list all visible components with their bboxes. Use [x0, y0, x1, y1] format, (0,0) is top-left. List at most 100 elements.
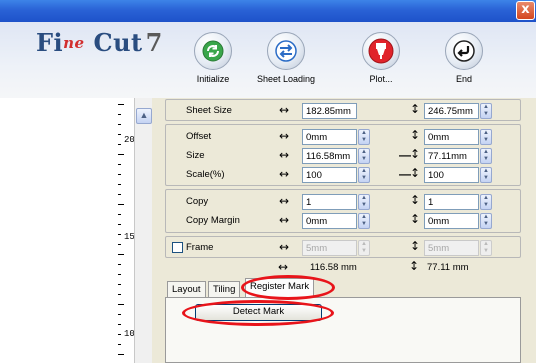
logo-part: Cut	[93, 28, 143, 57]
vertical-arrow-icon: ↕	[409, 259, 420, 273]
vertical-ruler: 200 150 100	[118, 98, 140, 363]
horizontal-arrow-icon: ↔	[278, 260, 289, 274]
output-size-summary: ↔ 116.58 mm ↕ 77.11 mm	[165, 259, 521, 277]
scale-y-field[interactable]: 100	[424, 167, 479, 183]
horizontal-arrow-icon: ↔	[279, 167, 290, 181]
size-x-field[interactable]: 116.58mm	[302, 148, 357, 164]
vertical-arrow-icon: ↕	[410, 128, 421, 142]
scale-x-spinner[interactable]: ▲ ▼	[358, 167, 370, 183]
offset-y-field[interactable]: 0mm	[424, 129, 479, 145]
size-x-spinner[interactable]: ▲ ▼	[358, 148, 370, 164]
copy-margin-y-field[interactable]: 0mm	[424, 213, 479, 229]
frame-y-spinner: ▲ ▼	[480, 240, 492, 256]
ruler-tick	[118, 344, 121, 345]
initialize-label: Initialize	[196, 74, 230, 84]
sheet-size-group: Sheet Size ↔ 182.85mm ↕ 246.75mm ▲ ▼	[165, 99, 521, 121]
frame-x-field: 5mm	[302, 240, 357, 256]
scale-row: Scale(%) ↔ 100 ▲ ▼ — ↕ 100 ▲ ▼	[166, 166, 522, 184]
end-label: End	[455, 74, 472, 84]
logo-part: ne	[63, 34, 85, 52]
register-mark-highlight	[241, 275, 335, 300]
output-height: 77.11 mm	[427, 262, 469, 273]
return-arrow-icon	[445, 32, 483, 70]
scale-label: Scale(%)	[186, 169, 225, 180]
copy-x-spinner[interactable]: ▲ ▼	[358, 194, 370, 210]
end-button[interactable]: End	[429, 32, 499, 84]
vertical-arrow-icon: ↕	[410, 166, 421, 180]
offset-row: Offset ↔ 0mm ▲ ▼ ↕ 0mm ▲ ▼	[166, 128, 522, 146]
frame-label: Frame	[186, 242, 214, 253]
ruler-tick	[118, 184, 121, 185]
refresh-icon	[194, 32, 232, 70]
scale-x-field[interactable]: 100	[302, 167, 357, 183]
tab-tiling[interactable]: Tiling	[208, 281, 241, 297]
tab-layout[interactable]: Layout	[167, 281, 206, 297]
ruler-tick	[118, 294, 121, 295]
copy-y-spinner[interactable]: ▲ ▼	[480, 194, 492, 210]
ruler-tick	[118, 354, 124, 355]
offset-y-spinner[interactable]: ▲ ▼	[480, 129, 492, 145]
offset-x-field[interactable]: 0mm	[302, 129, 357, 145]
sheet-loading-label: Sheet Loading	[256, 74, 316, 84]
offset-x-spinner[interactable]: ▲ ▼	[358, 129, 370, 145]
ruler-tick	[118, 324, 121, 325]
close-button[interactable]: x	[516, 1, 535, 20]
ruler-tick	[118, 174, 121, 175]
ruler-tick	[118, 304, 124, 305]
vertical-arrow-icon: ↕	[410, 147, 421, 161]
size-y-spinner[interactable]: ▲ ▼	[480, 148, 492, 164]
vertical-arrow-icon: ↕	[410, 102, 421, 116]
ruler-tick	[118, 194, 121, 195]
size-y-field[interactable]: 77.11mm	[424, 148, 479, 164]
copy-margin-y-spinner[interactable]: ▲ ▼	[480, 213, 492, 229]
copy-label: Copy	[186, 196, 209, 207]
layout-size-group: Offset ↔ 0mm ▲ ▼ ↕ 0mm ▲ ▼ Size ↔ 116.58mm…	[165, 124, 521, 186]
size-row: Size ↔ 116.58mm ▲ ▼ — ↕ 77.11mm ▲ ▼	[166, 147, 522, 165]
copy-row: Copy ↔ 1 ▲ ▼ ↕ 1 ▲ ▼	[166, 193, 522, 211]
plot-button[interactable]: Plot...	[346, 32, 416, 84]
sheet-height-spinner[interactable]: ▲ ▼	[480, 103, 492, 119]
ruler-tick	[118, 234, 121, 235]
copy-margin-x-field[interactable]: 0mm	[302, 213, 357, 229]
horizontal-arrow-icon: ↔	[279, 148, 290, 162]
horizontal-arrow-icon: ↔	[279, 103, 290, 117]
sheet-size-label: Sheet Size	[186, 105, 232, 116]
sheet-height-field[interactable]: 246.75mm	[424, 103, 479, 119]
ruler-tick	[118, 334, 121, 335]
copy-y-field[interactable]: 1	[424, 194, 479, 210]
initialize-button[interactable]: Initialize	[178, 32, 248, 84]
ruler-tick	[118, 114, 121, 115]
ruler-tick	[118, 244, 121, 245]
vertical-scrollbar[interactable]: ▲	[134, 98, 152, 363]
ruler-tick	[118, 274, 121, 275]
vertical-arrow-icon: ↕	[410, 239, 421, 253]
ruler-tick	[118, 204, 124, 205]
sheet-width-field[interactable]: 182.85mm	[302, 103, 357, 119]
output-width: 116.58 mm	[310, 262, 357, 273]
copy-margin-label: Copy Margin	[186, 215, 240, 226]
copy-margin-row: Copy Margin ↔ 0mm ▲ ▼ ↕ 0mm ▲ ▼	[166, 212, 522, 230]
frame-checkbox[interactable]	[172, 242, 183, 253]
ruler-tick	[118, 254, 124, 255]
ruler-tick	[118, 164, 121, 165]
sheet-size-row: Sheet Size ↔ 182.85mm ↕ 246.75mm ▲ ▼	[166, 102, 522, 120]
horizontal-arrow-icon: ↔	[279, 213, 290, 227]
scroll-up-icon[interactable]: ▲	[136, 108, 152, 124]
vertical-arrow-icon: ↕	[410, 193, 421, 207]
logo-part: Fi	[36, 28, 64, 57]
ruler-tick	[118, 284, 121, 285]
frame-group: Frame ↔ 5mm ▲ ▼ ↕ 5mm ▲ ▼	[165, 236, 521, 258]
ruler-tick	[118, 134, 121, 135]
ruler-tick	[118, 124, 121, 125]
fine-cut-logo: Fine Cut 7	[36, 28, 163, 57]
cutter-plot-icon	[362, 32, 400, 70]
scale-y-spinner[interactable]: ▲ ▼	[480, 167, 492, 183]
offset-label: Offset	[186, 131, 212, 142]
swap-arrows-icon	[267, 32, 305, 70]
sheet-loading-button[interactable]: Sheet Loading	[251, 32, 321, 84]
copy-margin-x-spinner[interactable]: ▲ ▼	[358, 213, 370, 229]
ruler-tick	[118, 264, 121, 265]
detect-mark-highlight	[182, 300, 334, 326]
size-label: Size	[186, 150, 205, 161]
copy-x-field[interactable]: 1	[302, 194, 357, 210]
